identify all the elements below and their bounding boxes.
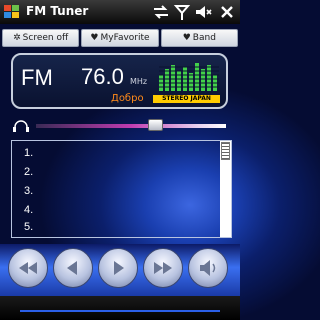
gear-icon: ✲ — [13, 33, 21, 43]
softkey-accent — [20, 310, 220, 312]
equalizer-icon — [159, 63, 219, 91]
volume-slider-track[interactable] — [36, 124, 226, 128]
band-indicator: FM — [21, 65, 53, 90]
preset-5[interactable]: 5. — [24, 221, 33, 233]
heart-icon: ♥ — [182, 33, 191, 43]
scrollbar-thumb[interactable] — [221, 142, 230, 160]
rewind-icon — [19, 262, 37, 274]
frequency-unit: MHz — [130, 77, 148, 86]
prev-button[interactable] — [53, 248, 93, 288]
close-icon[interactable] — [218, 3, 236, 21]
preset-scrollbar[interactable] — [220, 141, 231, 237]
transport-controls — [0, 244, 240, 296]
title-bar: FM Tuner — [0, 0, 240, 24]
play-icon — [114, 261, 124, 275]
fast-forward-icon — [154, 262, 172, 274]
preset-2[interactable]: 2. — [24, 166, 33, 178]
preset-list[interactable]: 1. 2. 3. 4. 5. — [11, 140, 232, 238]
volume-slider-thumb[interactable] — [148, 119, 163, 131]
app-title: FM Tuner — [26, 4, 89, 18]
seek-back-button[interactable] — [8, 248, 48, 288]
screen-off-label: Screen off — [22, 33, 69, 43]
speaker-button[interactable] — [188, 248, 228, 288]
preset-4[interactable]: 4. — [24, 204, 33, 216]
band-button[interactable]: ♥ Band — [160, 29, 238, 47]
seek-forward-button[interactable] — [143, 248, 183, 288]
my-favorite-button[interactable]: ♥ MyFavorite — [81, 29, 159, 47]
volume-mute-icon[interactable] — [194, 3, 212, 21]
windows-start-icon[interactable] — [2, 2, 22, 22]
screen-off-button[interactable]: ✲ Screen off — [2, 29, 80, 47]
speaker-icon — [200, 260, 216, 276]
preset-1[interactable]: 1. — [24, 147, 33, 159]
next-button[interactable] — [98, 248, 138, 288]
softkey-bar — [0, 296, 240, 320]
signal-icon[interactable] — [173, 3, 191, 21]
toolbar: ✲ Screen off ♥ MyFavorite ♥ Band — [0, 29, 240, 47]
station-name: Добро — [111, 93, 144, 104]
frequency-readout: 76.0 — [81, 64, 124, 89]
headphones-icon — [13, 120, 29, 132]
heart-icon: ♥ — [90, 33, 99, 43]
stereo-badge: STEREO JAPAN — [153, 95, 220, 103]
tuner-display: FM 76.0 MHz Добро STEREO JAPAN — [11, 53, 228, 109]
prev-icon — [67, 261, 77, 275]
connectivity-icon[interactable] — [152, 3, 170, 21]
my-favorite-label: MyFavorite — [100, 33, 150, 43]
band-label: Band — [192, 33, 216, 43]
preset-3[interactable]: 3. — [24, 185, 33, 197]
